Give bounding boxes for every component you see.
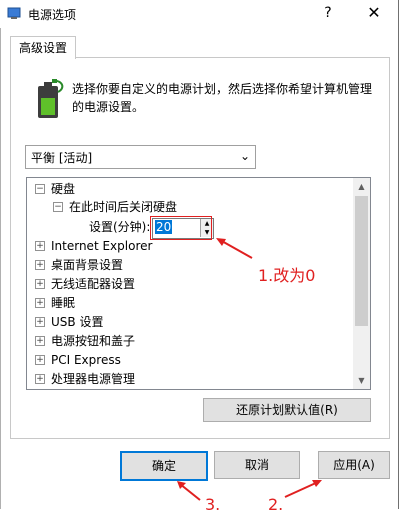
tree-item-label: 无线适配器设置 [51, 277, 136, 291]
scroll-thumb[interactable] [355, 196, 368, 326]
cancel-button[interactable]: 取消 [214, 451, 300, 479]
expand-icon[interactable]: + [35, 316, 45, 327]
collapse-icon[interactable]: − [53, 201, 63, 212]
tree-item-label: 处理器电源管理 [51, 372, 136, 386]
ok-button[interactable]: 确定 [120, 451, 208, 481]
tree-scrollbar[interactable]: ▲ ▼ [353, 178, 370, 389]
tree-item-label: 睡眠 [51, 296, 76, 310]
battery-plug-icon [38, 79, 64, 118]
power-plan-value: 平衡 [活动] [31, 151, 93, 165]
close-button[interactable]: ✕ [358, 2, 390, 24]
tree-item[interactable]: + 睡眠 [35, 294, 75, 312]
tree-item[interactable]: + 电源按钮和盖子 [35, 332, 135, 350]
arrow-step2 [284, 481, 319, 498]
window-border-left [0, 28, 1, 509]
tree-item-hard-disk[interactable]: − 硬盘 [35, 180, 75, 198]
settings-tree[interactable]: − 硬盘 − 在此时间后关闭硬盘 设置(分钟): 20 ▲ ▼ + Internet … [26, 177, 371, 390]
tree-item[interactable]: + 处理器电源管理 [35, 370, 135, 388]
power-plan-select[interactable]: 平衡 [活动] ⌄ [25, 145, 256, 169]
power-options-icon [7, 7, 21, 19]
tree-item-label: 桌面背景设置 [51, 258, 124, 272]
scroll-up-icon[interactable]: ▲ [353, 178, 370, 195]
expand-icon[interactable]: + [35, 297, 45, 308]
tree-item[interactable]: + 桌面背景设置 [35, 256, 123, 274]
apply-button[interactable]: 应用(A) [318, 451, 390, 479]
annotation-box-minutes [150, 216, 212, 240]
arrowhead-step2 [312, 480, 322, 487]
annotation-step3: 3. [205, 495, 221, 514]
tree-item-label: USB 设置 [51, 315, 104, 329]
restore-defaults-button[interactable]: 还原计划默认值(R) [203, 398, 371, 422]
expand-icon[interactable]: + [35, 373, 45, 384]
tree-item-label: 硬盘 [51, 182, 76, 196]
scroll-down-icon[interactable]: ▼ [353, 372, 370, 389]
tree-item-turn-off-disk[interactable]: − 在此时间后关闭硬盘 [53, 198, 177, 216]
tree-item[interactable]: + Internet Explorer [35, 237, 152, 255]
title-bar: 电源选项 ? ✕ [0, 0, 400, 28]
tree-item-label: PCI Express [51, 353, 121, 367]
tree-item[interactable]: + USB 设置 [35, 313, 103, 331]
chevron-down-icon: ⌄ [239, 149, 250, 163]
expand-icon[interactable]: + [35, 259, 45, 270]
tab-advanced-settings[interactable]: 高级设置 [10, 36, 76, 59]
annotation-step1: 1.改为0 [258, 266, 316, 285]
tree-item[interactable]: + 无线适配器设置 [35, 275, 135, 293]
description-text: 选择你要自定义的电源计划，然后选择你希望计算机管理的电源设置。 [72, 82, 373, 114]
tree-item-label: Internet Explorer [51, 239, 153, 253]
collapse-icon[interactable]: − [35, 183, 45, 194]
window-title: 电源选项 [28, 8, 77, 22]
expand-icon[interactable]: + [35, 240, 45, 251]
arrow-step3 [179, 483, 201, 501]
tree-item-label: 电源按钮和盖子 [51, 334, 136, 348]
tree-item[interactable]: + PCI Express [35, 351, 121, 369]
help-button[interactable]: ? [314, 2, 342, 24]
setting-minutes-label: 设置(分钟): [89, 220, 151, 234]
arrowhead-step3 [177, 481, 186, 489]
annotation-step2: 2. [268, 495, 284, 514]
window-border-right [398, 0, 399, 509]
tree-item-label: 在此时间后关闭硬盘 [69, 200, 178, 214]
expand-icon[interactable]: + [35, 354, 45, 365]
expand-icon[interactable]: + [35, 278, 45, 289]
expand-icon[interactable]: + [35, 335, 45, 346]
